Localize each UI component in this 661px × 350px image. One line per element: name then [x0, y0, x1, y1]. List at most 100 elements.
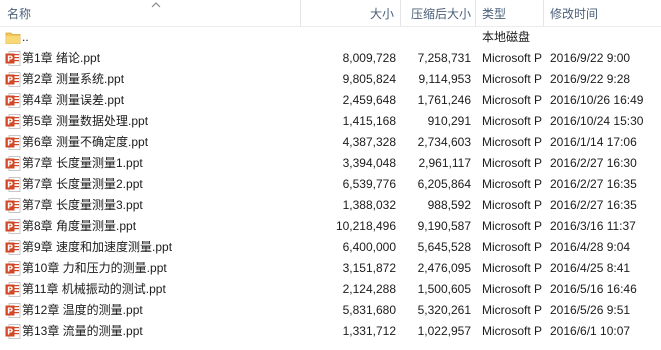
- file-rows: P 第1章 绪论.ppt 8,009,728 7,258,731 Microso…: [0, 48, 661, 342]
- svg-text:P: P: [7, 97, 13, 106]
- svg-text:P: P: [7, 223, 13, 232]
- file-row[interactable]: P 第10章 力和压力的测量.ppt 3,151,872 2,476,095 M…: [0, 258, 661, 279]
- file-compressed-size: 5,645,528: [417, 240, 471, 254]
- ppt-file-icon: P: [5, 135, 21, 150]
- file-type: Microsoft PowerPoint 97-2003 演示文稿: [482, 324, 542, 338]
- file-compressed-size: 9,190,587: [417, 219, 471, 233]
- file-compressed-size: 988,592: [427, 198, 471, 212]
- ppt-file-icon: P: [5, 114, 21, 129]
- svg-text:P: P: [7, 160, 13, 169]
- file-modified: 2016/5/16 16:46: [550, 282, 637, 296]
- file-size: 2,124,288: [342, 282, 396, 296]
- column-name[interactable]: 名称: [7, 0, 31, 26]
- file-row[interactable]: P 第7章 长度量测量3.ppt 1,388,032 988,592 Micro…: [0, 195, 661, 216]
- column-divider[interactable]: [543, 0, 544, 26]
- svg-text:P: P: [7, 139, 13, 148]
- file-name: 第5章 测量数据处理.ppt: [22, 114, 149, 128]
- file-type: Microsoft PowerPoint 97-2003 演示文稿: [482, 177, 542, 191]
- svg-text:P: P: [7, 181, 13, 190]
- file-size: 1,415,168: [342, 114, 396, 128]
- file-name: 第12章 温度的测量.ppt: [22, 303, 143, 317]
- svg-text:P: P: [7, 76, 13, 85]
- column-header: 名称 大小 压缩后大小 类型 修改时间: [0, 0, 661, 27]
- file-name: 第8章 角度量测量.ppt: [22, 219, 137, 233]
- file-size: 6,539,776: [342, 177, 396, 191]
- file-type: Microsoft PowerPoint 97-2003 演示文稿: [482, 114, 542, 128]
- file-type: Microsoft PowerPoint 97-2003 演示文稿: [482, 282, 542, 296]
- file-name: 第13章 流量的测量.ppt: [22, 324, 143, 338]
- file-row[interactable]: P 第6章 测量不确定度.ppt 4,387,328 2,734,603 Mic…: [0, 132, 661, 153]
- sort-ascending-icon: [151, 2, 161, 8]
- ppt-file-icon: P: [5, 156, 21, 171]
- file-row[interactable]: P 第1章 绪论.ppt 8,009,728 7,258,731 Microso…: [0, 48, 661, 69]
- file-modified: 2016/2/27 16:30: [550, 156, 637, 170]
- file-row[interactable]: P 第7章 长度量测量1.ppt 3,394,048 2,961,117 Mic…: [0, 153, 661, 174]
- ppt-file-icon: P: [5, 303, 21, 318]
- file-modified: 2016/3/16 11:37: [550, 219, 636, 233]
- parent-folder-type: 本地磁盘: [482, 30, 531, 44]
- file-name: 第7章 长度量测量1.ppt: [22, 156, 143, 170]
- svg-text:P: P: [7, 202, 13, 211]
- file-modified: 2016/10/24 15:30: [550, 114, 644, 128]
- ppt-file-icon: P: [5, 261, 21, 276]
- ppt-file-icon: P: [5, 240, 21, 255]
- ppt-file-icon: P: [5, 72, 21, 87]
- file-size: 9,805,824: [342, 72, 396, 86]
- file-name: 第7章 长度量测量2.ppt: [22, 177, 143, 191]
- file-row[interactable]: P 第2章 测量系统.ppt 9,805,824 9,114,953 Micro…: [0, 69, 661, 90]
- file-type: Microsoft PowerPoint 97-2003 演示文稿: [482, 198, 542, 212]
- file-row[interactable]: P 第7章 长度量测量2.ppt 6,539,776 6,205,864 Mic…: [0, 174, 661, 195]
- file-row[interactable]: P 第4章 测量误差.ppt 2,459,648 1,761,246 Micro…: [0, 90, 661, 111]
- column-modified[interactable]: 修改时间: [550, 0, 598, 26]
- file-compressed-size: 9,114,953: [418, 72, 472, 86]
- file-name: 第2章 测量系统.ppt: [22, 72, 125, 86]
- file-modified: 2016/9/22 9:28: [550, 72, 631, 86]
- ppt-file-icon: P: [5, 282, 21, 297]
- file-row[interactable]: P 第13章 流量的测量.ppt 1,331,712 1,022,957 Mic…: [0, 321, 661, 342]
- file-row[interactable]: P 第8章 角度量测量.ppt 10,218,496 9,190,587 Mic…: [0, 216, 661, 237]
- file-compressed-size: 1,500,605: [417, 282, 471, 296]
- ppt-file-icon: P: [5, 51, 21, 66]
- parent-folder-row[interactable]: .. 本地磁盘: [0, 27, 661, 48]
- file-compressed-size: 5,320,261: [417, 303, 471, 317]
- file-row[interactable]: P 第11章 机械振动的测试.ppt 2,124,288 1,500,605 M…: [0, 279, 661, 300]
- file-modified: 2016/1/14 17:06: [550, 135, 637, 149]
- file-modified: 2016/6/1 10:07: [550, 324, 631, 338]
- file-name: 第4章 测量误差.ppt: [22, 93, 125, 107]
- file-size: 3,394,048: [342, 156, 396, 170]
- file-row[interactable]: P 第5章 测量数据处理.ppt 1,415,168 910,291 Micro…: [0, 111, 661, 132]
- file-name: 第10章 力和压力的测量.ppt: [22, 261, 167, 275]
- svg-text:P: P: [7, 55, 13, 64]
- column-compressed-size[interactable]: 压缩后大小: [400, 0, 471, 26]
- file-compressed-size: 1,761,246: [417, 93, 471, 107]
- file-row[interactable]: P 第12章 温度的测量.ppt 5,831,680 5,320,261 Mic…: [0, 300, 661, 321]
- svg-text:P: P: [7, 286, 13, 295]
- file-row[interactable]: P 第9章 速度和加速度测量.ppt 6,400,000 5,645,528 M…: [0, 237, 661, 258]
- file-size: 2,459,648: [342, 93, 396, 107]
- svg-text:P: P: [7, 265, 13, 274]
- file-compressed-size: 2,734,603: [417, 135, 471, 149]
- file-modified: 2016/2/27 16:35: [550, 177, 637, 191]
- folder-icon: [5, 32, 21, 44]
- file-type: Microsoft PowerPoint 97-2003 演示文稿: [482, 261, 542, 275]
- file-type: Microsoft PowerPoint 97-2003 演示文稿: [482, 72, 542, 86]
- file-type: Microsoft PowerPoint 97-2003 演示文稿: [482, 51, 542, 65]
- file-name: 第6章 测量不确定度.ppt: [22, 135, 149, 149]
- column-type[interactable]: 类型: [482, 0, 506, 26]
- file-compressed-size: 6,205,864: [417, 177, 471, 191]
- column-size[interactable]: 大小: [300, 0, 394, 26]
- file-size: 6,400,000: [342, 240, 396, 254]
- file-type: Microsoft PowerPoint 97-2003 演示文稿: [482, 135, 542, 149]
- file-size: 10,218,496: [335, 219, 396, 233]
- file-size: 4,387,328: [342, 135, 396, 149]
- file-modified: 2016/4/25 8:41: [550, 261, 631, 275]
- file-type: Microsoft PowerPoint 97-2003 演示文稿: [482, 93, 542, 107]
- file-size: 1,388,032: [342, 198, 396, 212]
- file-type: Microsoft PowerPoint 97-2003 演示文稿: [482, 240, 542, 254]
- file-list: 名称 大小 压缩后大小 类型 修改时间 .. 本地磁盘 P 第1章 绪论.ppt: [0, 0, 661, 350]
- file-type: Microsoft PowerPoint 97-2003 演示文稿: [482, 219, 542, 233]
- svg-text:P: P: [7, 118, 13, 127]
- ppt-file-icon: P: [5, 93, 21, 108]
- column-divider[interactable]: [475, 0, 476, 26]
- parent-folder-label: ..: [22, 30, 29, 44]
